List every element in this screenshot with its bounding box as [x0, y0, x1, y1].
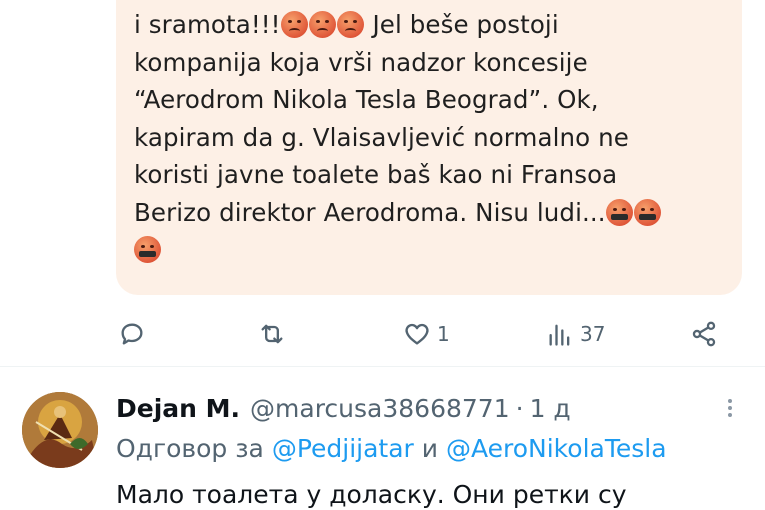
- repost-icon: [261, 324, 283, 344]
- mention-link[interactable]: @AeroNikolaTesla: [446, 434, 667, 463]
- quoted-post-text: i sramota!!! Jel beše postoji kompanija …: [134, 6, 734, 269]
- quoted-line-6-text: Berizo direktor Aerodroma. Nisu ludi...: [134, 197, 606, 227]
- avatar[interactable]: [22, 392, 98, 468]
- replying-to-line: Одговор за @Pedjijatar и @AeroNikolaTesl…: [116, 434, 667, 463]
- avatar-icon-image: [22, 392, 98, 468]
- post-divider: [0, 366, 765, 367]
- quoted-line-2: kompanija koja vrši nadzor koncesije: [134, 47, 588, 77]
- reply-button[interactable]: [118, 312, 146, 356]
- share-icon: [692, 321, 716, 347]
- heart-icon: [405, 323, 429, 345]
- quoted-line-1-tail: Jel beše postoji: [372, 10, 559, 39]
- share-button[interactable]: [690, 312, 718, 356]
- replying-prefix: Одговор за: [116, 434, 264, 463]
- author-name[interactable]: Dejan M.: [116, 394, 240, 423]
- like-count: 1: [437, 322, 450, 346]
- cursing-face-emoji-icon: [134, 236, 161, 263]
- views-count: 37: [580, 322, 606, 346]
- more-options-button[interactable]: [718, 396, 742, 420]
- quoted-line-1-text: i sramota!!!: [134, 10, 281, 39]
- views-button[interactable]: 37: [546, 312, 605, 356]
- reply-author-row: Dejan M. @marcusa38668771 · 1 д: [116, 390, 571, 426]
- quoted-line-7: [134, 231, 734, 269]
- post-time[interactable]: 1 д: [530, 394, 571, 423]
- quoted-line-3: “Aerodrom Nikola Tesla Beograd”. Ok,: [134, 85, 599, 114]
- angry-face-emoji-icon: [280, 11, 308, 38]
- post-action-bar: 1 37: [0, 312, 765, 356]
- like-button[interactable]: 1: [403, 312, 450, 356]
- mention-link[interactable]: @Pedjijatar: [272, 434, 414, 463]
- replying-conjunction: и: [421, 434, 439, 463]
- cursing-face-emoji-icon: [605, 198, 633, 226]
- cursing-face-emoji-icon: [633, 198, 661, 226]
- reply-body-text: Мало тоалета у доласку. Они ретки су: [116, 480, 627, 509]
- author-handle[interactable]: @marcusa38668771: [250, 394, 510, 423]
- separator-dot: ·: [515, 393, 524, 423]
- quoted-line-5: koristi javne toalete baš kao ni Fransoa: [134, 160, 618, 189]
- more-vertical-icon: [728, 399, 732, 417]
- views-icon: [549, 324, 570, 346]
- angry-face-emoji-icon: [308, 11, 336, 38]
- repost-button[interactable]: [258, 312, 286, 356]
- quoted-line-1: i sramota!!! Jel beše postoji: [134, 6, 734, 44]
- quoted-line-6: Berizo direktor Aerodroma. Nisu ludi...: [134, 194, 734, 232]
- angry-face-emoji-icon: [336, 11, 364, 38]
- quoted-line-4: kapiram da g. Vlaisavljević normalno ne: [134, 122, 629, 152]
- reply-icon: [121, 323, 143, 345]
